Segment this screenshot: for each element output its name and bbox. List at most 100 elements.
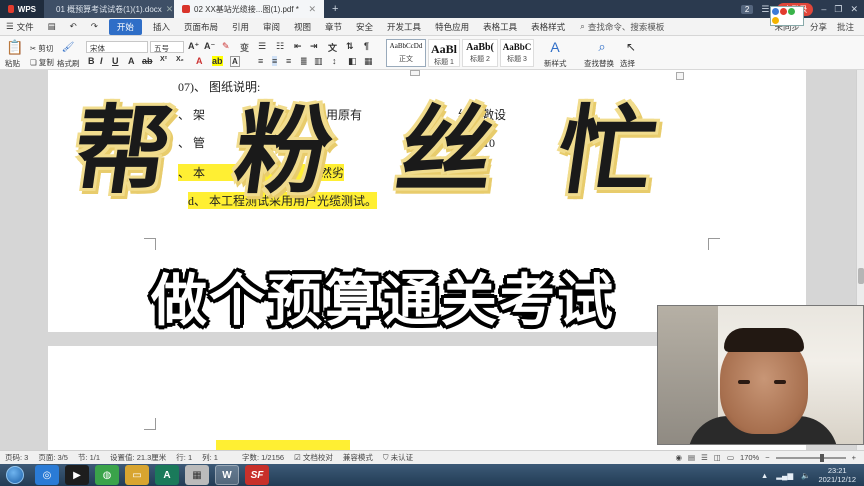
table-handle-icon[interactable]: [676, 72, 684, 80]
find-replace-icon[interactable]: ⌕: [594, 39, 610, 55]
status-auth[interactable]: ⛉ 未认证: [378, 452, 418, 463]
zoom-slider[interactable]: [775, 453, 846, 462]
zoom-value[interactable]: 170%: [740, 453, 759, 462]
style-heading-3[interactable]: AaBbC 标题 3: [500, 39, 534, 67]
menu-review[interactable]: 审阅: [256, 21, 287, 33]
menu-insert[interactable]: 插入: [146, 21, 177, 33]
indent-icon[interactable]: ⇥: [310, 41, 318, 52]
outdent-icon[interactable]: ⇤: [294, 41, 302, 52]
redo-icon[interactable]: ↷: [84, 21, 105, 32]
subscript-icon[interactable]: X₂: [176, 56, 184, 63]
font-effect-icon[interactable]: A: [128, 56, 135, 66]
paste-label[interactable]: 粘贴: [5, 58, 20, 69]
align-left-icon[interactable]: ≡: [258, 56, 263, 66]
skin-icon[interactable]: ☰: [761, 4, 769, 15]
clock[interactable]: 23:21 2021/12/12: [818, 466, 856, 484]
comment-button[interactable]: 批注: [837, 21, 854, 33]
window-count-badge[interactable]: 2: [740, 4, 754, 14]
find-replace-label[interactable]: 查找替换: [584, 58, 614, 69]
scrollbar-thumb[interactable]: [858, 268, 864, 284]
view-read-icon[interactable]: ▭: [727, 453, 734, 462]
tab-docx[interactable]: 01 概预算考试试卷(1)(1).docx ✕: [44, 0, 174, 18]
taskbar-wps-icon[interactable]: W: [215, 465, 239, 485]
clear-format-icon[interactable]: ✎: [222, 41, 230, 52]
menu-references[interactable]: 引用: [225, 21, 256, 33]
wps-home-tab[interactable]: WPS: [0, 0, 44, 18]
new-style-icon[interactable]: A: [546, 39, 564, 55]
grow-font-icon[interactable]: A⁺: [188, 41, 199, 52]
align-right-icon[interactable]: ≡: [286, 56, 291, 66]
view-outline-icon[interactable]: ☰: [701, 453, 708, 462]
eye-protect-icon[interactable]: ◉: [675, 453, 682, 462]
maximize-icon[interactable]: ❐: [834, 4, 842, 15]
italic-icon[interactable]: I: [100, 56, 103, 66]
taskbar-explorer-icon[interactable]: ▭: [125, 465, 149, 485]
cut-button[interactable]: ✂ 剪切: [30, 43, 53, 54]
style-heading-2[interactable]: AaBb( 标题 2: [462, 39, 498, 67]
menu-security[interactable]: 安全: [349, 21, 380, 33]
justify-icon[interactable]: ≣: [300, 56, 308, 67]
highlight-icon[interactable]: ab: [212, 56, 223, 66]
file-menu[interactable]: ☰ 文件: [0, 21, 41, 33]
font-name-select[interactable]: 宋体: [86, 41, 148, 53]
font-color-icon[interactable]: A: [196, 56, 203, 66]
style-heading-1[interactable]: AaBl 标题 1: [428, 39, 460, 67]
format-painter-icon[interactable]: 🖌: [62, 40, 75, 54]
menu-start[interactable]: 开始: [108, 18, 142, 35]
format-painter-label[interactable]: 格式刷: [57, 58, 80, 69]
share-button[interactable]: 分享: [810, 21, 827, 33]
close-icon[interactable]: ✕: [308, 4, 316, 15]
view-web-icon[interactable]: ◫: [714, 453, 721, 462]
window-close-icon[interactable]: ✕: [850, 4, 858, 15]
tray-expand-icon[interactable]: ▲: [761, 471, 768, 480]
menu-table-tools[interactable]: 表格工具: [476, 21, 524, 33]
zoom-in-icon[interactable]: +: [852, 453, 856, 462]
minimize-icon[interactable]: –: [821, 4, 826, 14]
quick-save-icon[interactable]: ▤: [41, 21, 63, 32]
menu-chapter[interactable]: 章节: [318, 21, 349, 33]
volume-icon[interactable]: 🔈: [801, 471, 810, 480]
bold-icon[interactable]: B: [88, 56, 95, 66]
menu-view[interactable]: 视图: [287, 21, 318, 33]
undo-icon[interactable]: ↶: [63, 21, 84, 32]
shrink-font-icon[interactable]: A⁻: [204, 41, 215, 52]
network-icon[interactable]: ▂▄▆: [776, 471, 793, 480]
status-proof[interactable]: ☑ 文档校对: [289, 452, 338, 463]
show-marks-icon[interactable]: ¶: [364, 41, 369, 51]
taskbar-app-a-icon[interactable]: A: [155, 465, 179, 485]
new-tab-button[interactable]: +: [324, 3, 346, 15]
shading-icon[interactable]: ◧: [348, 56, 357, 67]
close-icon[interactable]: ✕: [166, 4, 174, 15]
zoom-slider-knob[interactable]: [819, 453, 824, 462]
new-style-label[interactable]: 新样式: [544, 58, 567, 69]
menu-table-style[interactable]: 表格样式: [524, 21, 572, 33]
taskbar-browser-icon[interactable]: ◎: [35, 465, 59, 485]
view-print-icon[interactable]: ▤: [688, 453, 695, 462]
numbered-list-icon[interactable]: ☷: [276, 41, 284, 52]
paste-icon[interactable]: 📋: [6, 39, 23, 55]
align-center-icon[interactable]: ≡: [272, 56, 278, 66]
taskbar-drive-icon[interactable]: ▦: [185, 465, 209, 485]
superscript-icon[interactable]: X²: [160, 56, 167, 63]
copy-button[interactable]: ❏ 复制: [30, 57, 54, 68]
strikethrough-icon[interactable]: ab: [142, 56, 153, 66]
status-words[interactable]: 字数: 1/2156: [237, 452, 289, 463]
start-button[interactable]: [6, 466, 24, 484]
line-spacing-icon[interactable]: ↕: [332, 56, 337, 66]
border-icon[interactable]: ▦: [364, 56, 373, 67]
char-border-icon[interactable]: A: [230, 56, 240, 67]
distribute-icon[interactable]: ▥: [314, 56, 323, 67]
tab-pdf[interactable]: 02 XX基站光缆接...图(1).pdf * ✕: [174, 0, 324, 18]
pinyin-icon[interactable]: 变: [240, 41, 249, 54]
select-label[interactable]: 选择: [620, 58, 635, 69]
bullet-list-icon[interactable]: ☰: [258, 41, 266, 52]
sort-icon[interactable]: ⇅: [346, 41, 354, 52]
taskbar-video-icon[interactable]: ▶: [65, 465, 89, 485]
underline-icon[interactable]: U: [112, 56, 119, 66]
font-size-select[interactable]: 五号: [150, 41, 184, 53]
zoom-out-icon[interactable]: −: [765, 453, 769, 462]
menu-features[interactable]: 特色应用: [428, 21, 476, 33]
command-search[interactable]: ⌕ 查找命令、搜索模板: [580, 21, 664, 33]
menu-developer[interactable]: 开发工具: [380, 21, 428, 33]
taskbar-chrome-icon[interactable]: ◍: [95, 465, 119, 485]
